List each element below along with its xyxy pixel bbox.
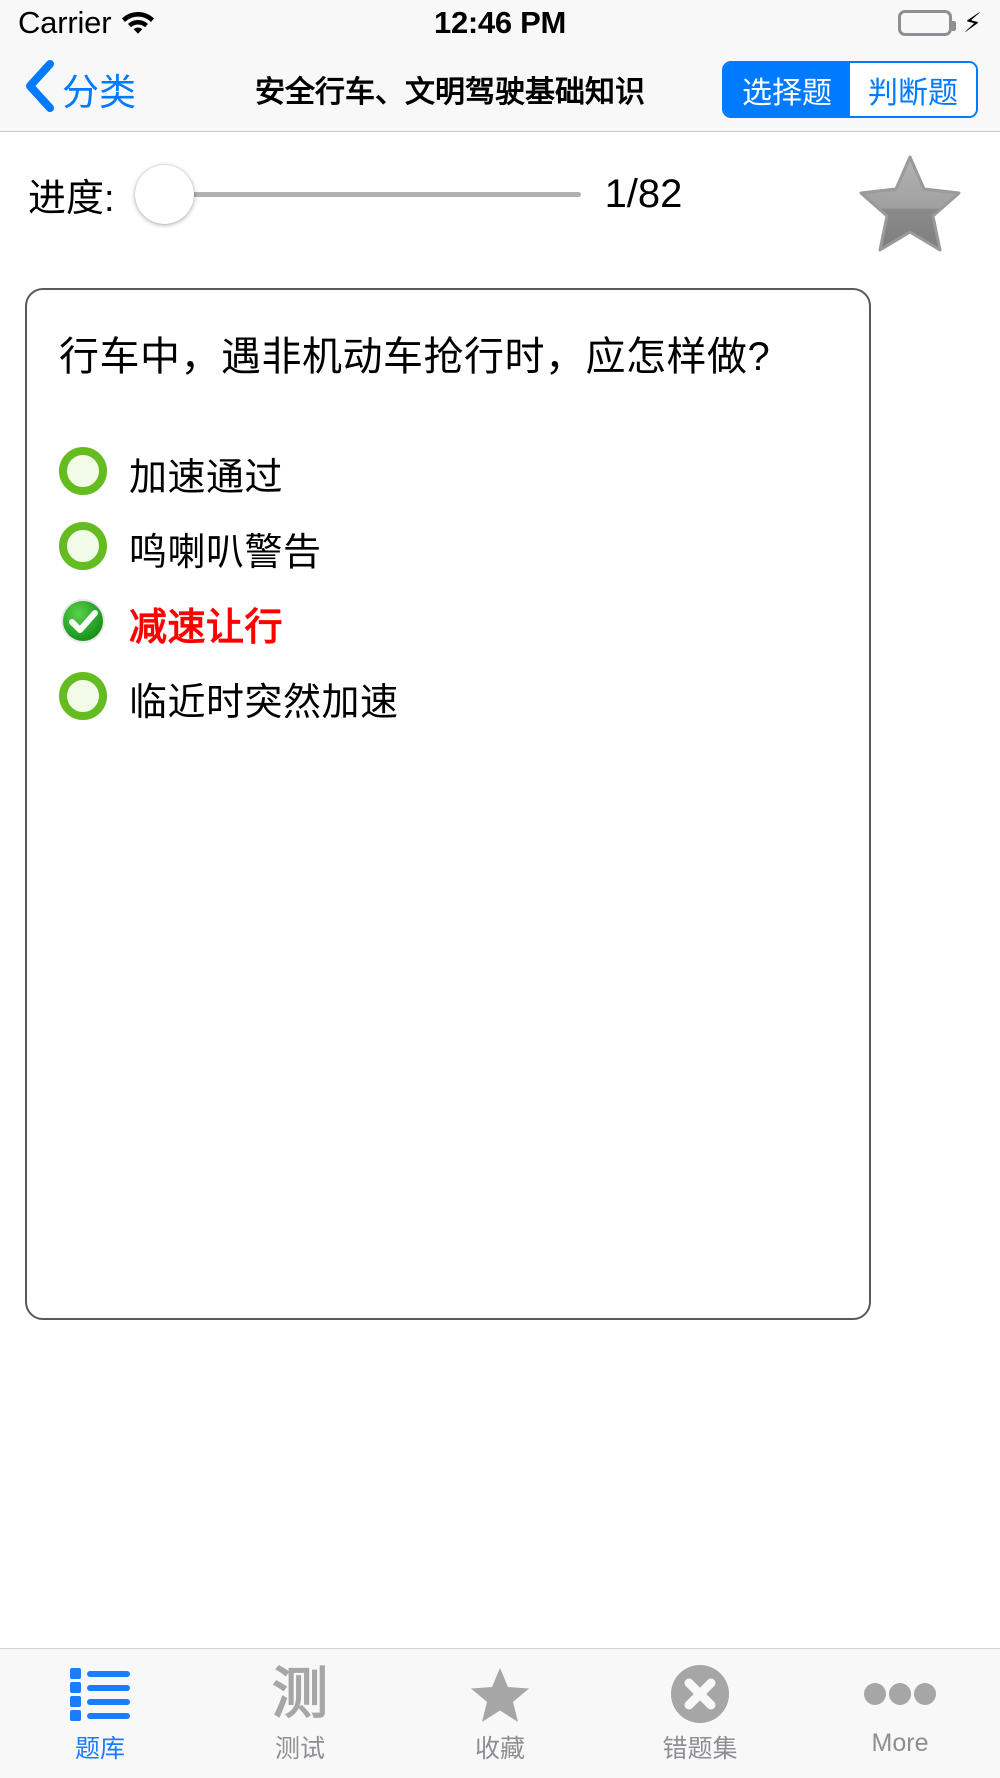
tab-label: 错题集 bbox=[662, 1735, 738, 1763]
option-label: 加速通过 bbox=[129, 457, 284, 499]
status-bar-left: Carrier bbox=[18, 5, 155, 41]
lightning-bolt-icon: ⚡ bbox=[963, 7, 982, 38]
tab-label: More bbox=[871, 1729, 929, 1757]
option-label: 减速让行 bbox=[129, 607, 284, 649]
nav-bar: 分类 安全行车、文明驾驶基础知识 选择题 判断题 bbox=[0, 46, 1000, 132]
tab-label: 收藏 bbox=[474, 1735, 525, 1763]
question-card: 行车中，遇非机动车抢行时，应怎样做? 加速通过 鸣喇叭警告 减速让行 临近时突然… bbox=[25, 288, 871, 1320]
radio-circle-icon[interactable] bbox=[59, 522, 107, 575]
tab-question-bank[interactable]: 题库 bbox=[0, 1649, 200, 1778]
slider-thumb[interactable] bbox=[134, 164, 194, 224]
progress-label: 进度: bbox=[28, 177, 115, 220]
option-row[interactable]: 加速通过 bbox=[59, 436, 837, 511]
back-button-label: 分类 bbox=[62, 71, 136, 113]
status-bar-right: ⚡ bbox=[898, 7, 982, 38]
status-bar: Carrier 12:46 PM ⚡ bbox=[0, 0, 1000, 46]
option-row[interactable]: 临近时突然加速 bbox=[59, 661, 837, 736]
page-title: 安全行车、文明驾驶基础知识 bbox=[255, 75, 645, 109]
tab-label: 测试 bbox=[274, 1735, 325, 1763]
option-label: 鸣喇叭警告 bbox=[129, 532, 322, 574]
question-text: 行车中，遇非机动车抢行时，应怎样做? bbox=[59, 335, 771, 379]
wifi-icon bbox=[121, 8, 155, 39]
carrier-label: Carrier bbox=[18, 5, 112, 40]
ellipsis-icon bbox=[864, 1663, 936, 1725]
app-root: Carrier 12:46 PM ⚡ 分类 安全行车、文明驾驶基础知识 选择题 … bbox=[0, 0, 1000, 1778]
tab-favorites[interactable]: 收藏 bbox=[400, 1649, 600, 1778]
tab-test[interactable]: 测 测试 bbox=[200, 1649, 400, 1778]
radio-circle-icon[interactable] bbox=[59, 447, 107, 500]
segment-truefalse-question[interactable]: 判断题 bbox=[850, 63, 976, 116]
clock-label: 12:46 PM bbox=[434, 5, 566, 40]
list-icon bbox=[70, 1663, 130, 1725]
chevron-left-icon bbox=[22, 59, 56, 118]
option-label: 临近时突然加速 bbox=[129, 682, 399, 724]
x-circle-icon bbox=[669, 1663, 731, 1725]
progress-slider[interactable] bbox=[131, 164, 581, 224]
battery-icon bbox=[898, 10, 957, 36]
tab-more[interactable]: More bbox=[800, 1649, 1000, 1778]
ce-character-icon: 测 bbox=[272, 1663, 328, 1725]
radio-circle-icon[interactable] bbox=[59, 672, 107, 725]
slider-track bbox=[144, 191, 581, 197]
tab-wrong-questions[interactable]: 错题集 bbox=[600, 1649, 800, 1778]
question-type-segmented-control[interactable]: 选择题 判断题 bbox=[722, 61, 978, 118]
options-list: 加速通过 鸣喇叭警告 减速让行 临近时突然加速 bbox=[59, 436, 837, 736]
progress-count: 1/82 bbox=[604, 171, 683, 216]
segment-choice-question[interactable]: 选择题 bbox=[724, 63, 850, 116]
progress-row: 进度: 1/82 bbox=[0, 133, 1000, 255]
tab-bar: 题库 测 测试 收藏 错题集 More bbox=[0, 1648, 1000, 1778]
ce-glyph: 测 bbox=[272, 1662, 328, 1725]
back-button[interactable]: 分类 bbox=[22, 59, 136, 118]
tab-label: 题库 bbox=[74, 1735, 125, 1763]
check-circle-icon[interactable] bbox=[59, 597, 107, 650]
option-row[interactable]: 鸣喇叭警告 bbox=[59, 511, 837, 586]
option-row[interactable]: 减速让行 bbox=[59, 586, 837, 661]
favorite-star-icon[interactable] bbox=[858, 153, 962, 258]
star-icon bbox=[471, 1663, 529, 1725]
